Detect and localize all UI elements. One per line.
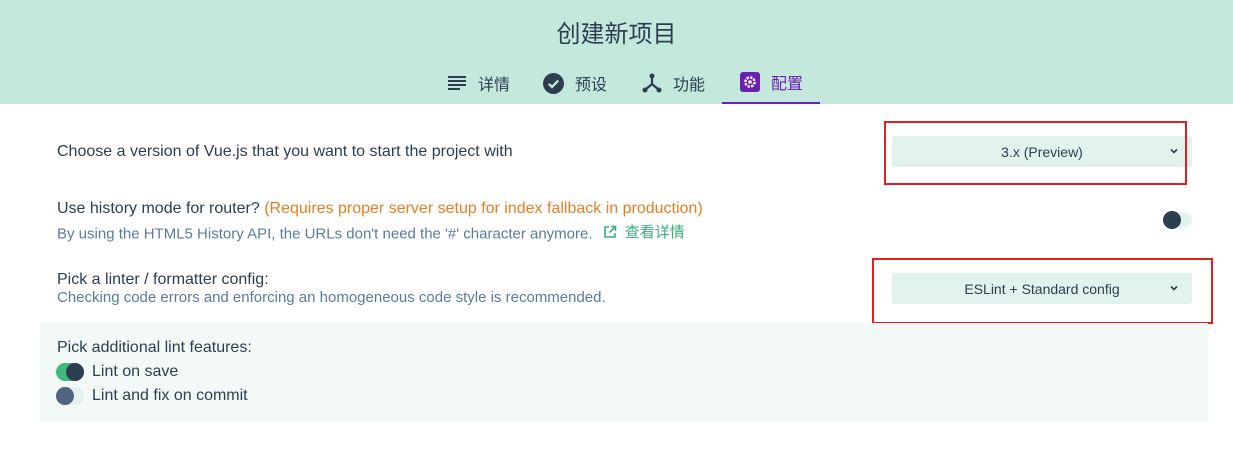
tab-details[interactable]: 详情 xyxy=(430,62,526,104)
more-info-link[interactable]: 查看详情 xyxy=(603,221,685,242)
tab-presets-label: 预设 xyxy=(574,75,607,94)
tab-features[interactable]: 功能 xyxy=(624,62,722,104)
annotation-box-linter xyxy=(872,258,1213,324)
history-mode-question: Use history mode for router? xyxy=(57,200,260,217)
external-link-icon xyxy=(603,225,617,238)
history-mode-toggle[interactable] xyxy=(1163,211,1192,229)
lint-features-label: Pick additional lint features: xyxy=(57,339,252,356)
tab-details-label: 详情 xyxy=(477,75,510,94)
tab-config-label: 配置 xyxy=(770,74,803,93)
toggle-knob xyxy=(1163,211,1181,229)
history-mode-label: Use history mode for router? (Requires p… xyxy=(57,200,703,218)
page-title: 创建新项目 xyxy=(556,20,677,48)
list-icon xyxy=(446,72,468,94)
switch-knob xyxy=(56,387,74,405)
header: 创建新项目 详情 预设 功能 配置 xyxy=(0,0,1233,104)
tab-presets[interactable]: 预设 xyxy=(526,62,624,104)
tab-features-label: 功能 xyxy=(672,75,705,94)
more-info-link-label: 查看详情 xyxy=(624,224,685,241)
lint-features-panel: Pick additional lint features: Lint on s… xyxy=(40,323,1208,421)
lint-fix-on-commit-label: Lint and fix on commit xyxy=(92,387,248,404)
switch-knob xyxy=(66,363,84,381)
history-mode-description: By using the HTML5 History API, the URLs… xyxy=(57,225,593,243)
history-mode-description-row: By using the HTML5 History API, the URLs… xyxy=(57,221,685,243)
fork-icon xyxy=(641,72,663,94)
history-mode-warning: (Requires proper server setup for index … xyxy=(264,200,703,217)
check-circle-icon xyxy=(543,72,565,94)
vue-version-label: Choose a version of Vue.js that you want… xyxy=(57,143,513,160)
annotation-box-vue-version xyxy=(884,121,1187,185)
lint-on-save-label: Lint on save xyxy=(92,363,179,380)
tab-config[interactable]: 配置 xyxy=(722,62,820,104)
gear-icon xyxy=(739,71,761,93)
lint-fix-on-commit-option[interactable]: Lint and fix on commit xyxy=(56,386,248,406)
lint-fix-on-commit-switch[interactable] xyxy=(56,387,84,405)
linter-description: Checking code errors and enforcing an ho… xyxy=(57,289,606,306)
lint-on-save-option[interactable]: Lint on save xyxy=(56,362,178,382)
linter-label: Pick a linter / formatter config: xyxy=(57,271,269,288)
lint-on-save-switch[interactable] xyxy=(56,363,84,381)
tab-bar: 详情 预设 功能 配置 xyxy=(0,62,1233,104)
